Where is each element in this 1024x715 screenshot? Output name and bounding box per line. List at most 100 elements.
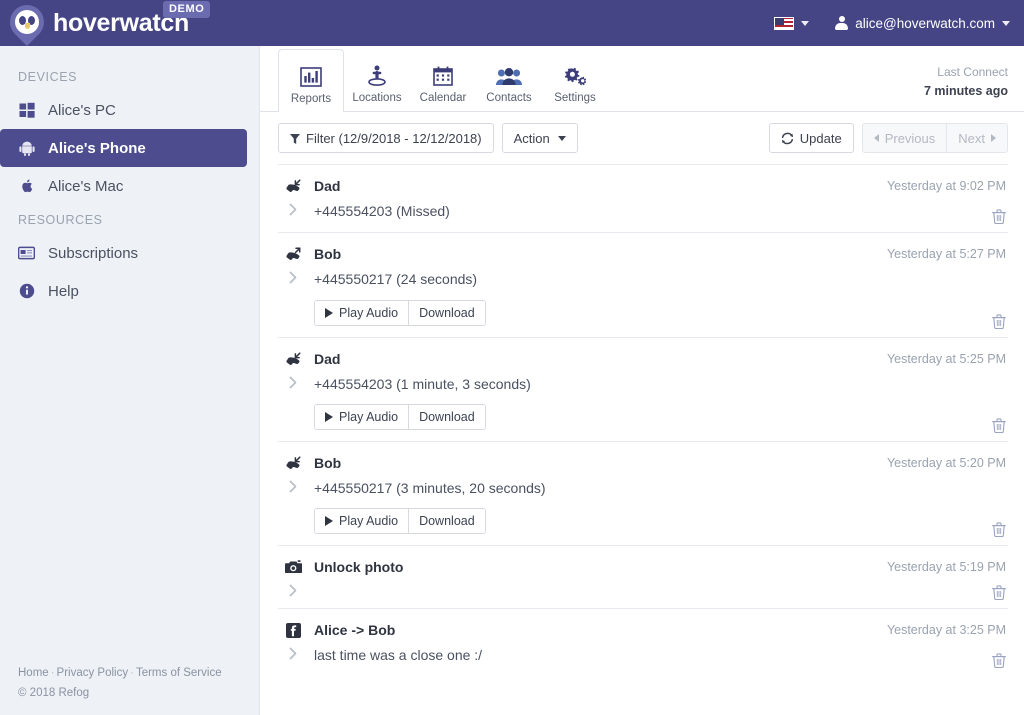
chevron-down-icon [1002, 20, 1010, 26]
delete-icon[interactable] [992, 522, 1006, 538]
next-button[interactable]: Next [946, 123, 1008, 153]
people-icon [496, 64, 522, 86]
table-row[interactable]: Dad Yesterday at 9:02 PM +445554203 (Mis… [278, 164, 1008, 232]
entry-title: Dad [314, 178, 341, 194]
entry-detail: last time was a close one :/ [314, 647, 483, 664]
table-row[interactable]: Alice -> Bob Yesterday at 3:25 PM last t… [278, 608, 1008, 676]
expand-chevron-icon[interactable] [285, 645, 302, 660]
hoverwatch-owl-pin-icon [2, 0, 52, 47]
info-icon [18, 283, 35, 300]
card-icon [18, 245, 35, 262]
media-controls: Play Audio Download [314, 403, 1008, 430]
bar-chart-icon [300, 65, 322, 87]
refresh-icon [781, 132, 794, 145]
tab-calendar[interactable]: Calendar [410, 49, 476, 111]
footer-link-terms-of-service[interactable]: Terms of Service [136, 667, 222, 679]
sidebar-item-alices-phone[interactable]: Alice's Phone [0, 129, 247, 167]
filter-button[interactable]: Filter (12/9/2018 - 12/12/2018) [278, 123, 494, 153]
tab-label: Settings [554, 92, 596, 104]
table-row[interactable]: Unlock photo Yesterday at 5:19 PM [278, 545, 1008, 608]
pagination: Previous Next [861, 123, 1008, 153]
funnel-icon [290, 133, 300, 144]
entry-time: Yesterday at 5:25 PM [886, 351, 1006, 366]
tab-label: Locations [352, 92, 402, 104]
play-icon [325, 307, 333, 318]
language-selector[interactable] [774, 16, 810, 30]
entry-time: Yesterday at 5:27 PM [886, 247, 1006, 262]
tab-settings[interactable]: Settings [542, 49, 608, 111]
footer-link-home[interactable]: Home [18, 667, 49, 679]
sidebar: DEVICES Alice's PC Alice's Phone Alice's… [0, 46, 260, 715]
sidebar-footer: Home · Privacy Policy · Terms of Service © 2… [18, 663, 222, 703]
tab-contacts[interactable]: Contacts [476, 49, 542, 111]
footer-link-privacy-policy[interactable]: Privacy Policy [57, 667, 129, 679]
download-label: Download [419, 409, 475, 424]
controls-right: Update Previous Next [768, 123, 1008, 153]
pin-person-icon [367, 64, 387, 86]
body: DEVICES Alice's PC Alice's Phone Alice's… [0, 46, 1024, 715]
tab-locations[interactable]: Locations [344, 49, 410, 111]
delete-icon[interactable] [992, 653, 1006, 669]
expand-chevron-icon[interactable] [285, 201, 302, 216]
media-controls: Play Audio Download [314, 299, 1008, 326]
sidebar-item-help[interactable]: Help [0, 272, 247, 310]
action-button[interactable]: Action [501, 123, 578, 153]
sidebar-group-resources-label: RESOURCES [18, 213, 103, 227]
expand-chevron-icon[interactable] [285, 478, 302, 493]
last-connect-label: Last Connect [937, 65, 1008, 80]
tab-label: Contacts [486, 92, 532, 104]
entry-title: Alice -> Bob [314, 622, 396, 639]
delete-icon[interactable] [992, 418, 1006, 433]
sidebar-group-devices-label: DEVICES [18, 70, 78, 84]
call-incoming-icon [285, 352, 302, 366]
expand-chevron-icon[interactable] [285, 374, 302, 389]
play-audio-label: Play Audio [339, 409, 399, 424]
call-outgoing-icon [285, 247, 302, 261]
expand-chevron-icon[interactable] [285, 269, 302, 284]
play-icon [325, 411, 333, 422]
entry-time: Yesterday at 5:19 PM [886, 560, 1006, 575]
tab-reports[interactable]: Reports [278, 49, 344, 112]
chevron-right-icon [991, 134, 996, 142]
entry-time: Yesterday at 3:25 PM [886, 623, 1006, 638]
update-label: Update [799, 130, 842, 146]
download-button[interactable]: Download [408, 508, 486, 535]
sidebar-item-label: Help [48, 282, 79, 300]
previous-button[interactable]: Previous [861, 123, 948, 153]
chevron-down-icon [801, 20, 810, 26]
play-audio-label: Play Audio [339, 305, 399, 320]
controls-bar: Filter (12/9/2018 - 12/12/2018) Action U… [260, 112, 1024, 164]
entry-detail: +445554203 (Missed) [314, 203, 450, 219]
tab-label: Reports [290, 93, 332, 105]
delete-icon[interactable] [992, 209, 1006, 225]
android-icon [18, 140, 35, 157]
gears-icon [564, 64, 586, 86]
call-incoming-icon [285, 456, 302, 470]
entry-title: Dad [314, 350, 341, 367]
play-audio-button[interactable]: Play Audio [314, 403, 410, 430]
sidebar-item-alices-mac[interactable]: Alice's Mac [0, 167, 247, 205]
table-row[interactable]: Bob Yesterday at 5:27 PM +445550217 (24 … [278, 232, 1008, 336]
entry-title: Bob [314, 246, 342, 263]
table-row[interactable]: Bob Yesterday at 5:20 PM +445550217 (3 m… [278, 440, 1008, 545]
play-audio-button[interactable]: Play Audio [314, 508, 410, 535]
facebook-icon [285, 622, 302, 638]
sidebar-item-alices-pc[interactable]: Alice's PC [0, 91, 247, 129]
last-connect-value: 7 minutes ago [923, 83, 1008, 98]
download-button[interactable]: Download [408, 299, 486, 326]
delete-icon[interactable] [992, 585, 1006, 601]
account-menu[interactable]: alice@hoverwatch.com [835, 16, 1010, 31]
entry-time: Yesterday at 9:02 PM [886, 179, 1006, 193]
sidebar-item-subscriptions[interactable]: Subscriptions [0, 234, 247, 272]
user-icon [835, 16, 849, 30]
update-button[interactable]: Update [768, 123, 854, 153]
play-audio-button[interactable]: Play Audio [314, 299, 410, 326]
delete-icon[interactable] [992, 313, 1006, 329]
table-row[interactable]: Dad Yesterday at 5:25 PM +445554203 (1 m… [278, 336, 1008, 441]
download-label: Download [419, 514, 475, 529]
sidebar-item-label: Subscriptions [48, 244, 139, 262]
download-button[interactable]: Download [408, 403, 486, 430]
camera-icon [285, 560, 302, 574]
apple-icon [18, 178, 35, 195]
expand-chevron-icon[interactable] [285, 582, 302, 597]
